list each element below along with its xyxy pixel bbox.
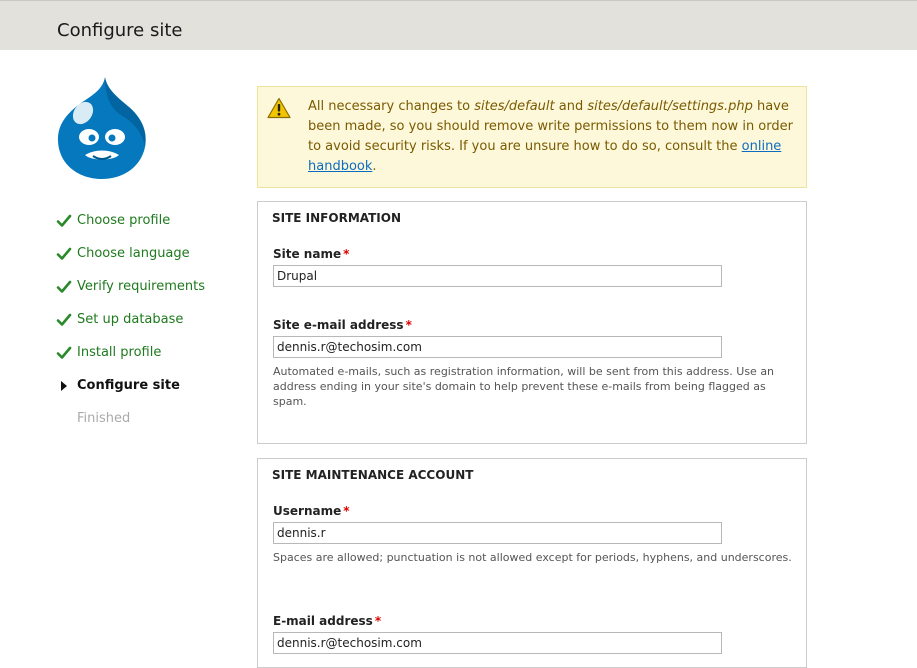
site-maintenance-account-fieldset: SITE MAINTENANCE ACCOUNT Username* Space… xyxy=(257,458,807,668)
site-email-label: Site e-mail address * xyxy=(273,318,412,332)
account-email-field: E-mail address * xyxy=(273,613,722,654)
warning-text: and xyxy=(554,99,588,114)
current-step-arrow-icon xyxy=(61,381,67,391)
site-name-label: Site name * xyxy=(273,247,350,261)
step-install-profile: Install profile xyxy=(56,344,205,377)
step-label: Set up database xyxy=(77,312,184,327)
step-label: Choose language xyxy=(77,246,190,261)
page-header: Configure site xyxy=(0,0,917,50)
username-input[interactable] xyxy=(273,522,722,544)
step-finished: Finished xyxy=(56,410,205,443)
step-label: Verify requirements xyxy=(77,279,206,294)
account-email-input[interactable] xyxy=(273,632,722,654)
step-configure-site: Configure site xyxy=(56,377,205,410)
warning-message: All necessary changes to sites/default a… xyxy=(257,86,807,188)
step-choose-profile: Choose profile xyxy=(56,212,205,245)
site-name-field: Site name * xyxy=(273,246,722,287)
checkmark-icon xyxy=(56,247,72,260)
step-label: Finished xyxy=(77,411,131,426)
checkmark-icon xyxy=(56,214,72,227)
warning-triangle-icon xyxy=(267,97,291,119)
step-label: Install profile xyxy=(77,345,162,360)
fieldset-legend: SITE MAINTENANCE ACCOUNT xyxy=(272,468,474,482)
step-verify-requirements: Verify requirements xyxy=(56,278,205,311)
site-information-fieldset: SITE INFORMATION Site name* Site e-mail … xyxy=(257,201,807,444)
warning-text: . xyxy=(372,159,377,174)
drupal-logo-icon xyxy=(57,77,146,179)
site-email-field: Site e-mail address* Automated e-mails, … xyxy=(273,317,793,409)
username-label: Username * xyxy=(273,504,350,518)
account-email-label: E-mail address * xyxy=(273,614,382,628)
install-steps: Choose profile Choose language Verify re… xyxy=(56,212,205,443)
step-choose-language: Choose language xyxy=(56,245,205,278)
required-marker: * xyxy=(405,318,412,332)
site-email-input[interactable] xyxy=(273,336,722,358)
fieldset-legend: SITE INFORMATION xyxy=(272,211,402,225)
step-label: Choose profile xyxy=(77,213,171,228)
step-set-up-database: Set up database xyxy=(56,311,205,344)
username-description: Spaces are allowed; punctuation is not a… xyxy=(273,551,792,564)
required-marker: * xyxy=(343,247,350,261)
warning-text: All necessary changes to xyxy=(308,99,475,114)
page-title: Configure site xyxy=(57,20,183,41)
username-field: Username* Spaces are allowed; punctuatio… xyxy=(273,503,793,565)
site-name-input[interactable] xyxy=(273,265,722,287)
checkmark-icon xyxy=(56,346,72,359)
site-email-description: Automated e-mails, such as registration … xyxy=(273,365,775,408)
warning-path: sites/default/settings.php xyxy=(587,99,753,114)
required-marker: * xyxy=(374,614,382,628)
warning-path: sites/default xyxy=(474,99,555,114)
step-label: Configure site xyxy=(77,378,180,393)
checkmark-icon xyxy=(56,280,72,293)
checkmark-icon xyxy=(56,313,72,326)
required-marker: * xyxy=(343,504,350,518)
